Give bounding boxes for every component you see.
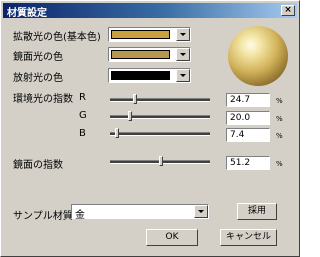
specular-exponent-label: 鏡面の指数 [13, 160, 63, 171]
title-bar[interactable]: 材質設定 × [3, 3, 297, 19]
dialog-title: 材質設定 [7, 8, 47, 19]
ambient-g-slider[interactable] [110, 111, 210, 121]
ambient-b-input[interactable]: 7.4 [226, 128, 270, 142]
material-preview-sphere [228, 26, 288, 86]
ambient-g-label: G [79, 110, 87, 121]
ambient-label: 環境光の指数 [13, 94, 73, 105]
ambient-g-unit: % [276, 115, 283, 123]
sample-material-select[interactable]: 金 [71, 204, 209, 221]
diffuse-color-dropdown[interactable] [108, 27, 191, 42]
close-button[interactable]: × [281, 5, 295, 16]
slider-thumb[interactable] [159, 156, 164, 166]
slider-thumb[interactable] [115, 128, 120, 138]
ambient-b-slider[interactable] [110, 128, 210, 138]
sample-material-label: サンプル材質 [13, 211, 73, 222]
chevron-down-icon[interactable] [194, 205, 208, 218]
specular-exponent-input[interactable]: 51.2 [226, 156, 270, 170]
specular-color-dropdown[interactable] [108, 47, 191, 62]
ambient-b-unit: % [276, 132, 283, 140]
specular-color-label: 鏡面光の色 [13, 52, 63, 63]
specular-exponent-slider[interactable] [110, 156, 210, 166]
chevron-down-icon[interactable] [176, 69, 190, 82]
chevron-down-icon[interactable] [176, 28, 190, 41]
slider-track [110, 115, 210, 119]
ambient-g-input[interactable]: 20.0 [226, 111, 270, 125]
diffuse-color-label: 拡散光の色(基本色) [13, 32, 101, 43]
ok-button[interactable]: OK [146, 229, 198, 246]
ambient-r-input[interactable]: 24.7 [226, 93, 270, 107]
slider-thumb[interactable] [132, 94, 137, 104]
slider-track [110, 98, 210, 102]
apply-button[interactable]: 採用 [237, 203, 277, 220]
specular-exponent-unit: % [276, 160, 283, 168]
material-settings-dialog: 材質設定 × 拡散光の色(基本色) 鏡面光の色 放射光の色 環境光の指数 R 2… [0, 0, 300, 257]
ambient-r-slider[interactable] [110, 94, 210, 104]
sample-material-value: 金 [75, 210, 85, 221]
ambient-r-unit: % [276, 97, 283, 105]
ambient-r-label: R [79, 92, 86, 103]
ambient-b-label: B [79, 128, 86, 139]
specular-color-swatch [111, 50, 170, 59]
slider-track [110, 132, 210, 136]
slider-thumb[interactable] [128, 111, 132, 121]
emissive-color-dropdown[interactable] [108, 68, 191, 83]
cancel-button[interactable]: キャンセル [220, 229, 277, 246]
diffuse-color-swatch [111, 30, 170, 39]
emissive-color-label: 放射光の色 [13, 73, 63, 84]
emissive-color-swatch [111, 71, 170, 80]
chevron-down-icon[interactable] [176, 48, 190, 61]
